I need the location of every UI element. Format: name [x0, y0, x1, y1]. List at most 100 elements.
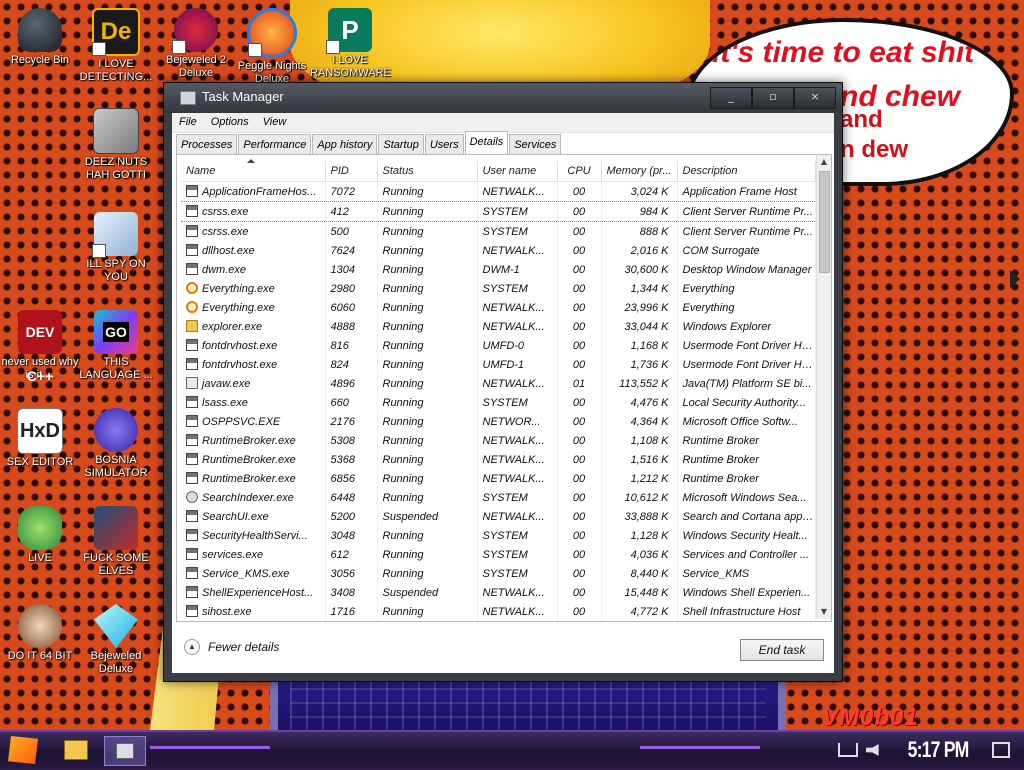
- table-row[interactable]: explorer.exe 4888 Running NETWALK... 00 33,04…: [181, 317, 816, 336]
- maximize-button[interactable]: ▫: [752, 87, 794, 109]
- peridot-icon: [18, 506, 62, 550]
- task-manager-icon: [180, 91, 196, 105]
- desktop-icon-deez[interactable]: DEEZ NUTS HAH GOTTI: [76, 108, 156, 182]
- desktop-icon-bosnia[interactable]: BOSNIA SIMULATOR: [76, 408, 156, 480]
- cell-name: OSPPSVC.EXE: [181, 412, 326, 431]
- cell-name: sihost.exe: [181, 602, 326, 621]
- desktop-icon-bejeweled[interactable]: Bejeweled Deluxe: [76, 604, 156, 676]
- table-row[interactable]: RuntimeBroker.exe 6856 Running NETWALK... 00…: [181, 469, 816, 488]
- cell-status: Suspended: [377, 507, 478, 526]
- network-icon[interactable]: [837, 743, 858, 757]
- cell-cpu: 00: [557, 336, 602, 355]
- scrollbar-thumb[interactable]: [819, 171, 830, 273]
- cell-user: NETWALK...: [477, 450, 558, 469]
- cell-desc: Everything: [677, 279, 816, 298]
- col-header-user[interactable]: User name: [477, 161, 558, 182]
- table-row[interactable]: ApplicationFrameHos... 7072 Running NETWALK…: [181, 181, 816, 202]
- task-manager-window[interactable]: Task Manager _ ▫ × File Options View Pro…: [163, 82, 843, 682]
- table-row[interactable]: csrss.exe 412 Running SYSTEM 00 984 K Client S…: [181, 201, 816, 222]
- table-row[interactable]: SearchIndexer.exe 6448 Running SYSTEM 00 10,6…: [181, 488, 816, 507]
- table-row[interactable]: javaw.exe 4896 Running NETWALK... 01 113,552 …: [181, 374, 816, 393]
- spy-icon: [94, 212, 138, 256]
- desktop-icon-live[interactable]: LIVE: [0, 506, 80, 565]
- tab-performance[interactable]: Performance: [238, 134, 312, 155]
- table-row[interactable]: sihost.exe 1716 Running NETWALK... 00 4,772 K…: [181, 602, 816, 621]
- desktop-icon-recycle-bin[interactable]: Recycle Bin: [0, 8, 80, 67]
- table-row[interactable]: lsass.exe 660 Running SYSTEM 00 4,476 K Local …: [181, 393, 816, 412]
- menu-options[interactable]: Options: [204, 113, 256, 132]
- col-header-pid[interactable]: PID: [325, 161, 378, 182]
- desktop-icon-bejeweled2[interactable]: Bejeweled 2 Deluxe: [156, 8, 236, 80]
- volume-icon[interactable]: [865, 744, 879, 756]
- table-row[interactable]: ShellExperienceHost... 3408 Suspended NETWA…: [181, 583, 816, 602]
- cell-mem: 113,552 K: [601, 374, 678, 393]
- cell-mem: 15,448 K: [601, 583, 678, 602]
- desktop-icon-64bit[interactable]: DO IT 64 BIT: [0, 604, 80, 663]
- cell-name: Everything.exe: [181, 279, 326, 298]
- table-row[interactable]: RuntimeBroker.exe 5368 Running NETWALK... 00…: [181, 450, 816, 469]
- minimize-button[interactable]: _: [710, 87, 752, 109]
- desktop-icon-goland[interactable]: GO THIS LANGUAGE ...: [76, 310, 156, 382]
- table-row[interactable]: OSPPSVC.EXE 2176 Running NETWOR... 00 4,364 K…: [181, 412, 816, 431]
- col-header-status[interactable]: Status: [377, 161, 478, 182]
- col-header-name[interactable]: Name: [181, 159, 326, 182]
- col-header-cpu[interactable]: CPU: [557, 161, 602, 182]
- vertical-scrollbar[interactable]: ▲ ▼: [816, 155, 831, 619]
- cell-user: DWM-1: [477, 260, 558, 279]
- desktop-icon-hxd[interactable]: HxD SEX EDITOR: [0, 408, 80, 469]
- desktop-icon-spy[interactable]: ILL SPY ON YOU: [76, 212, 156, 284]
- table-row[interactable]: Service_KMS.exe 3056 Running SYSTEM 00 8,440 …: [181, 564, 816, 583]
- menu-view[interactable]: View: [256, 113, 294, 132]
- window-client: File Options View Processes Performance …: [172, 113, 834, 673]
- cell-cpu: 00: [557, 317, 602, 336]
- table-row[interactable]: SearchUI.exe 5200 Suspended NETWALK... 00 33,…: [181, 507, 816, 526]
- tab-app-history[interactable]: App history: [312, 134, 378, 155]
- tab-services[interactable]: Services: [509, 134, 562, 155]
- cell-status: Running: [377, 336, 478, 355]
- cell-status: Running: [377, 260, 478, 279]
- col-header-memory[interactable]: Memory (pr...: [601, 161, 678, 182]
- table-row[interactable]: fontdrvhost.exe 816 Running UMFD-0 00 1,168 K…: [181, 336, 816, 355]
- table-row[interactable]: SecurityHealthServi... 3048 Running SYSTEM 0…: [181, 526, 816, 545]
- end-task-button[interactable]: End task: [740, 639, 824, 661]
- table-row[interactable]: dwm.exe 1304 Running DWM-1 00 30,600 K Desktop…: [181, 260, 816, 279]
- menu-file[interactable]: File: [172, 113, 204, 132]
- desktop-icon-ransomware[interactable]: P I LOVE RANSOMWARE: [310, 8, 391, 80]
- desktop-icon-detect[interactable]: De I LOVE DETECTING...: [76, 8, 156, 84]
- tab-users[interactable]: Users: [424, 134, 464, 155]
- table-row[interactable]: services.exe 612 Running SYSTEM 00 4,036 K Ser…: [181, 545, 816, 564]
- desktop-icon-elves[interactable]: FUCK SOME ELVES: [76, 506, 156, 578]
- scroll-up-icon[interactable]: ▲: [817, 155, 831, 169]
- taskbar-task-manager[interactable]: [104, 736, 146, 766]
- desktop-icon-devcpp[interactable]: DEV C++ never used why is it ...: [0, 310, 80, 384]
- table-row[interactable]: Everything.exe 2980 Running SYSTEM 00 1,344 K…: [181, 279, 816, 298]
- cell-desc: COM Surrogate: [677, 241, 816, 260]
- close-button[interactable]: ×: [794, 87, 836, 109]
- cell-name: explorer.exe: [181, 317, 326, 336]
- start-button[interactable]: [8, 736, 38, 764]
- window-titlebar[interactable]: Task Manager _ ▫ ×: [164, 83, 842, 113]
- table-row[interactable]: RuntimeBroker.exe 5308 Running NETWALK... 00…: [181, 431, 816, 450]
- cell-desc: Client Server Runtime Pr...: [677, 221, 816, 241]
- diamond-icon: [94, 604, 138, 648]
- desktop-icon-peggle[interactable]: Peggle Nights Deluxe: [232, 8, 312, 86]
- table-row[interactable]: dllhost.exe 7624 Running NETWALK... 00 2,016 …: [181, 241, 816, 260]
- search-process-icon: [186, 282, 198, 294]
- cell-pid: 1304: [325, 260, 378, 279]
- table-row[interactable]: csrss.exe 500 Running SYSTEM 00 888 K Client S…: [181, 221, 816, 241]
- table-row[interactable]: Everything.exe 6060 Running NETWALK... 00 23,…: [181, 298, 816, 317]
- action-center-icon[interactable]: [992, 742, 1010, 758]
- tab-details[interactable]: Details: [464, 131, 509, 155]
- taskbar-clock[interactable]: 5:17 PM: [907, 737, 969, 763]
- tab-startup[interactable]: Startup: [378, 134, 424, 155]
- tab-processes[interactable]: Processes: [176, 134, 238, 155]
- cell-user: SYSTEM: [477, 279, 558, 298]
- window-process-icon: [186, 510, 198, 522]
- fewer-details-toggle[interactable]: ▲ Fewer details: [184, 639, 279, 655]
- cell-user: NETWALK...: [477, 469, 558, 488]
- file-explorer-icon[interactable]: [64, 740, 88, 760]
- cell-pid: 6856: [325, 469, 378, 488]
- col-header-description[interactable]: Description: [677, 161, 816, 182]
- scroll-down-icon[interactable]: ▼: [817, 605, 831, 619]
- table-row[interactable]: fontdrvhost.exe 824 Running UMFD-1 00 1,736 K…: [181, 355, 816, 374]
